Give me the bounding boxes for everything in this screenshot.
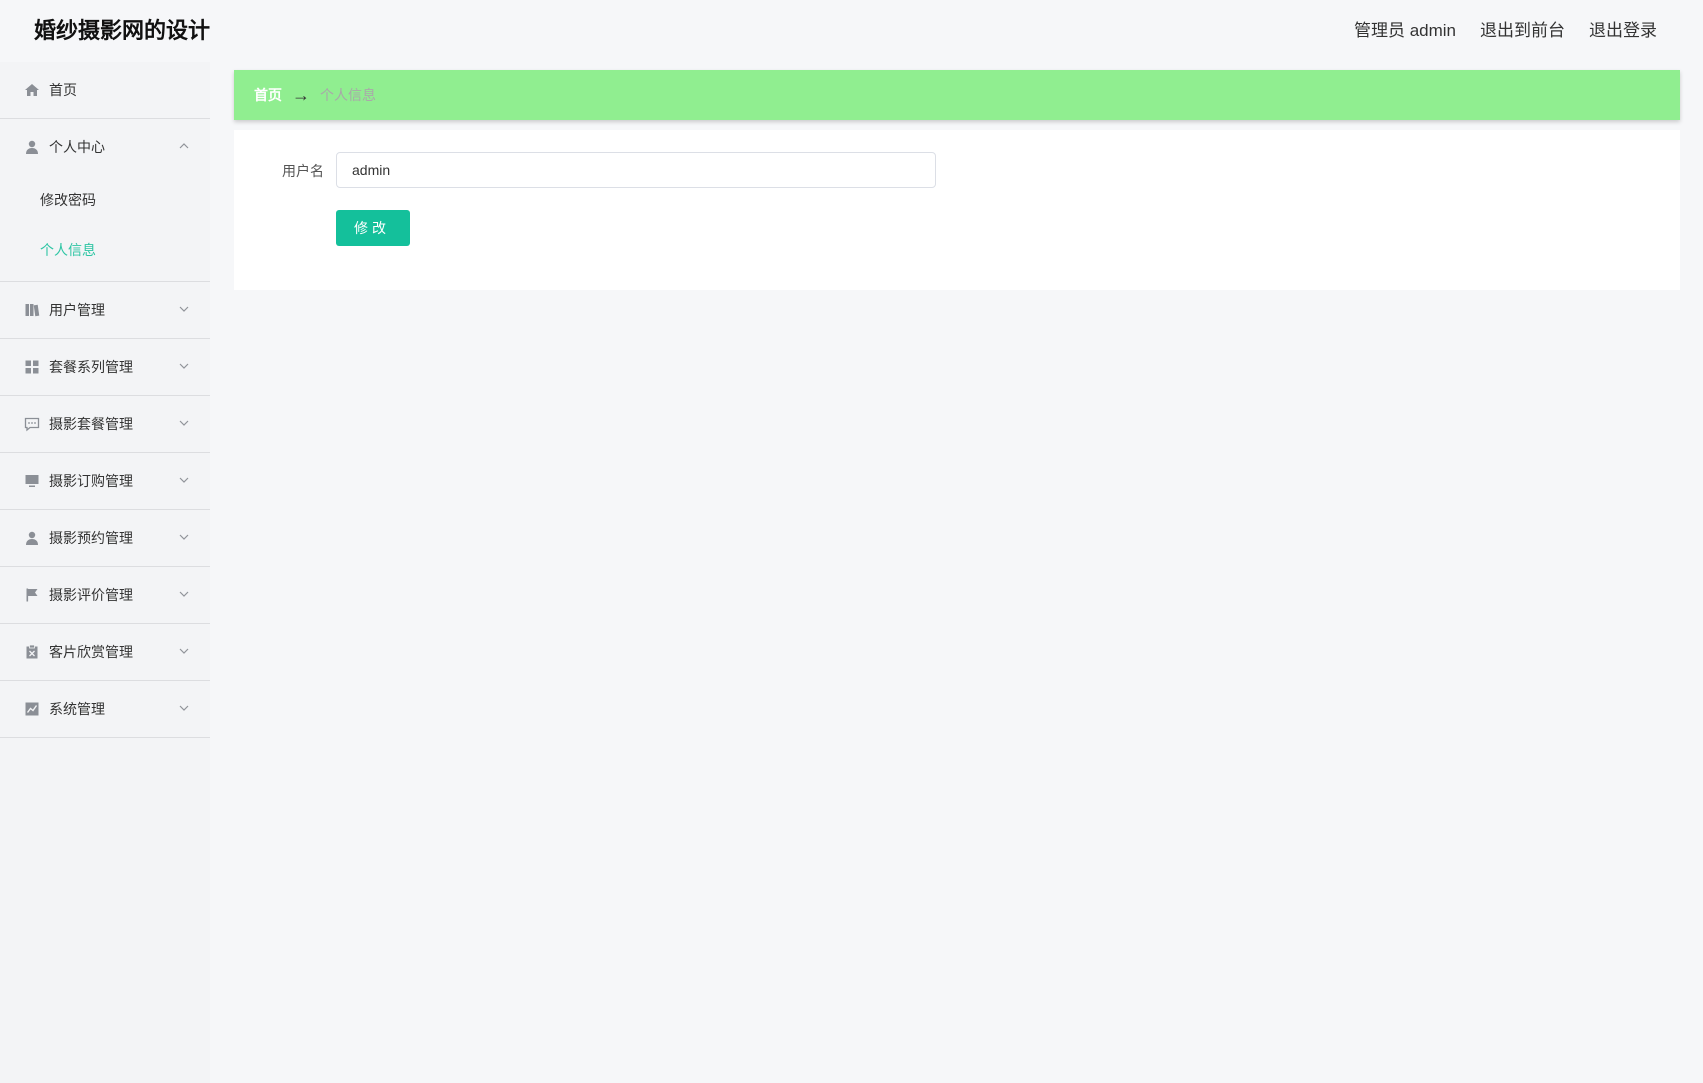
flag-icon <box>24 587 40 603</box>
chevron-down-icon <box>178 359 190 371</box>
submenu-personal-center: 修改密码 个人信息 <box>0 175 210 281</box>
breadcrumb-current: 个人信息 <box>320 87 376 103</box>
sidebar-item-label: 首页 <box>49 82 77 98</box>
sidebar-item-home[interactable]: 首页 <box>0 62 210 118</box>
top-bar: 婚纱摄影网的设计 管理员 admin 退出到前台 退出登录 <box>0 0 1703 62</box>
sidebar-item-system[interactable]: 系统管理 <box>0 681 210 737</box>
sidebar-group-home: 首页 <box>0 62 210 119</box>
sidebar-group-system: 系统管理 <box>0 681 210 738</box>
sidebar-item-personal-info[interactable]: 个人信息 <box>0 225 210 275</box>
chevron-down-icon <box>178 530 190 542</box>
clipboard-icon <box>24 644 40 660</box>
sidebar-item-user-management[interactable]: 用户管理 <box>0 282 210 338</box>
book-icon <box>24 302 40 318</box>
person-icon <box>24 530 40 546</box>
logout-link[interactable]: 退出登录 <box>1589 19 1657 43</box>
sidebar-item-change-password[interactable]: 修改密码 <box>0 175 210 225</box>
sidebar-item-label: 个人中心 <box>49 139 105 155</box>
sidebar-item-label: 摄影订购管理 <box>49 473 133 489</box>
username-input[interactable] <box>336 152 936 188</box>
sidebar-group-photo-order: 摄影订购管理 <box>0 453 210 510</box>
sidebar-group-photo-appointment: 摄影预约管理 <box>0 510 210 567</box>
chevron-down-icon <box>178 701 190 713</box>
chart-icon <box>24 701 40 717</box>
home-icon <box>24 82 40 98</box>
chevron-down-icon <box>178 302 190 314</box>
chevron-up-icon <box>178 139 190 151</box>
chevron-down-icon <box>178 587 190 599</box>
sidebar-item-label: 摄影套餐管理 <box>49 416 133 432</box>
app-title: 婚纱摄影网的设计 <box>34 18 211 43</box>
sidebar-item-photo-appointment[interactable]: 摄影预约管理 <box>0 510 210 566</box>
sidebar-item-label: 客片欣赏管理 <box>49 644 133 660</box>
sidebar-item-label: 用户管理 <box>49 302 105 318</box>
exit-to-frontend-link[interactable]: 退出到前台 <box>1480 19 1565 43</box>
chevron-down-icon <box>178 473 190 485</box>
sidebar-item-personal-center[interactable]: 个人中心 <box>0 119 210 175</box>
header-actions: 管理员 admin 退出到前台 退出登录 <box>1354 19 1657 43</box>
username-label: 用户名 <box>282 163 324 179</box>
chevron-down-icon <box>178 644 190 656</box>
user-icon <box>24 139 40 155</box>
sidebar-item-gallery[interactable]: 客片欣赏管理 <box>0 624 210 680</box>
sidebar-item-label: 系统管理 <box>49 701 105 717</box>
sidebar-item-photo-review[interactable]: 摄影评价管理 <box>0 567 210 623</box>
update-button[interactable]: 修改 <box>336 210 410 246</box>
breadcrumb-home[interactable]: 首页 <box>254 85 282 105</box>
sidebar-item-package-series[interactable]: 套餐系列管理 <box>0 339 210 395</box>
grid-icon <box>24 359 40 375</box>
chat-icon <box>24 416 40 432</box>
sidebar-item-photo-package[interactable]: 摄影套餐管理 <box>0 396 210 452</box>
sidebar-group-user-management: 用户管理 <box>0 282 210 339</box>
sidebar-item-label: 套餐系列管理 <box>49 359 133 375</box>
sidebar-item-label: 摄影预约管理 <box>49 530 133 546</box>
breadcrumb-separator: → <box>292 85 310 105</box>
breadcrumb: 首页 → 个人信息 <box>234 70 1680 120</box>
personal-info-form: 用户名 修改 <box>234 130 1680 290</box>
sidebar-group-personal-center: 个人中心 修改密码 个人信息 <box>0 119 210 282</box>
chevron-down-icon <box>178 416 190 428</box>
sidebar-item-label: 摄影评价管理 <box>49 587 133 603</box>
sidebar-group-package-series: 套餐系列管理 <box>0 339 210 396</box>
monitor-icon <box>24 473 40 489</box>
sidebar-group-photo-package: 摄影套餐管理 <box>0 396 210 453</box>
sidebar-group-gallery: 客片欣赏管理 <box>0 624 210 681</box>
current-user-label: 管理员 admin <box>1353 21 1456 40</box>
sidebar-item-photo-order[interactable]: 摄影订购管理 <box>0 453 210 509</box>
sidebar-group-photo-review: 摄影评价管理 <box>0 567 210 624</box>
sidebar: 首页 个人中心 修改密码 个人信息 用户管理 套餐系列管理 摄影套餐管理 摄影订… <box>0 62 210 1083</box>
